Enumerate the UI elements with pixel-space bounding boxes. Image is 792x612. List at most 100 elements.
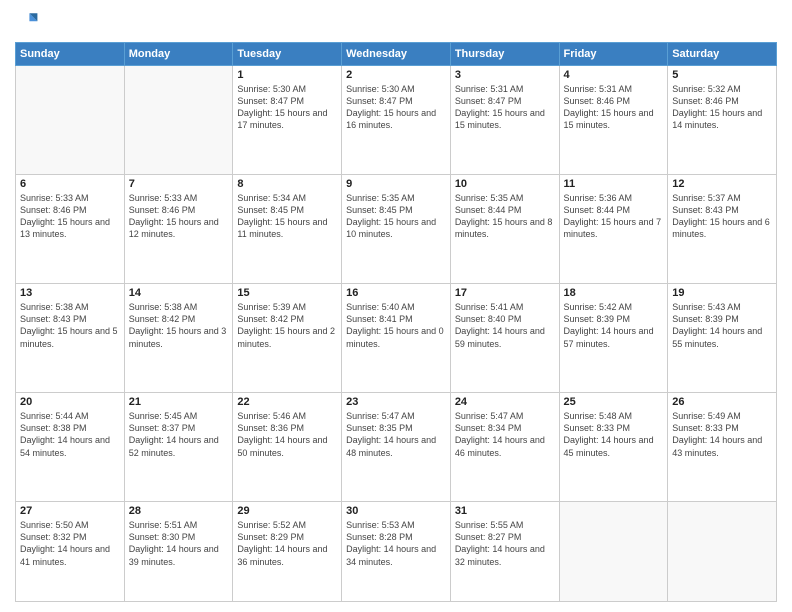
- calendar-cell: [559, 502, 668, 602]
- header: [15, 10, 777, 34]
- calendar-cell: [124, 66, 233, 175]
- day-number: 20: [20, 396, 120, 408]
- calendar-cell: 5 Sunrise: 5:32 AMSunset: 8:46 PMDaylight…: [668, 66, 777, 175]
- cell-info: Sunrise: 5:31 AMSunset: 8:46 PMDaylight:…: [564, 83, 664, 132]
- weekday-header-row: SundayMondayTuesdayWednesdayThursdayFrid…: [16, 43, 777, 66]
- calendar-cell: 21 Sunrise: 5:45 AMSunset: 8:37 PMDayligh…: [124, 393, 233, 502]
- calendar-cell: 18 Sunrise: 5:42 AMSunset: 8:39 PMDayligh…: [559, 284, 668, 393]
- cell-info: Sunrise: 5:53 AMSunset: 8:28 PMDaylight:…: [346, 519, 446, 568]
- weekday-header-tuesday: Tuesday: [233, 43, 342, 66]
- cell-info: Sunrise: 5:31 AMSunset: 8:47 PMDaylight:…: [455, 83, 555, 132]
- day-number: 23: [346, 396, 446, 408]
- day-number: 16: [346, 287, 446, 299]
- calendar-cell: 6 Sunrise: 5:33 AMSunset: 8:46 PMDaylight…: [16, 175, 125, 284]
- day-number: 21: [129, 396, 229, 408]
- day-number: 10: [455, 178, 555, 190]
- day-number: 18: [564, 287, 664, 299]
- calendar-cell: 11 Sunrise: 5:36 AMSunset: 8:44 PMDayligh…: [559, 175, 668, 284]
- cell-info: Sunrise: 5:35 AMSunset: 8:45 PMDaylight:…: [346, 192, 446, 241]
- calendar-cell: 22 Sunrise: 5:46 AMSunset: 8:36 PMDayligh…: [233, 393, 342, 502]
- cell-info: Sunrise: 5:41 AMSunset: 8:40 PMDaylight:…: [455, 301, 555, 350]
- day-number: 30: [346, 505, 446, 517]
- cell-info: Sunrise: 5:34 AMSunset: 8:45 PMDaylight:…: [237, 192, 337, 241]
- calendar-cell: 20 Sunrise: 5:44 AMSunset: 8:38 PMDayligh…: [16, 393, 125, 502]
- day-number: 25: [564, 396, 664, 408]
- day-number: 14: [129, 287, 229, 299]
- day-number: 2: [346, 69, 446, 81]
- cell-info: Sunrise: 5:47 AMSunset: 8:34 PMDaylight:…: [455, 410, 555, 459]
- cell-info: Sunrise: 5:30 AMSunset: 8:47 PMDaylight:…: [237, 83, 337, 132]
- day-number: 15: [237, 287, 337, 299]
- calendar-cell: 26Sunrise: 5:49 AMSunset: 8:33 PMDayligh…: [668, 393, 777, 502]
- day-number: 17: [455, 287, 555, 299]
- cell-info: Sunrise: 5:50 AMSunset: 8:32 PMDaylight:…: [20, 519, 120, 568]
- calendar-cell: 19 Sunrise: 5:43 AMSunset: 8:39 PMDayligh…: [668, 284, 777, 393]
- day-number: 8: [237, 178, 337, 190]
- day-number: 27: [20, 505, 120, 517]
- calendar-cell: 10 Sunrise: 5:35 AMSunset: 8:44 PMDayligh…: [450, 175, 559, 284]
- day-number: 19: [672, 287, 772, 299]
- calendar-cell: 25 Sunrise: 5:48 AMSunset: 8:33 PMDayligh…: [559, 393, 668, 502]
- calendar-cell: 27 Sunrise: 5:50 AMSunset: 8:32 PMDayligh…: [16, 502, 125, 602]
- calendar-cell: 13 Sunrise: 5:38 AMSunset: 8:43 PMDayligh…: [16, 284, 125, 393]
- calendar-cell: 17 Sunrise: 5:41 AMSunset: 8:40 PMDayligh…: [450, 284, 559, 393]
- cell-info: Sunrise: 5:44 AMSunset: 8:38 PMDaylight:…: [20, 410, 120, 459]
- cell-info: Sunrise: 5:46 AMSunset: 8:36 PMDaylight:…: [237, 410, 337, 459]
- calendar-week-4: 20 Sunrise: 5:44 AMSunset: 8:38 PMDayligh…: [16, 393, 777, 502]
- calendar-cell: 15 Sunrise: 5:39 AMSunset: 8:42 PMDayligh…: [233, 284, 342, 393]
- calendar-week-1: 1 Sunrise: 5:30 AMSunset: 8:47 PMDaylight…: [16, 66, 777, 175]
- cell-info: Sunrise: 5:48 AMSunset: 8:33 PMDaylight:…: [564, 410, 664, 459]
- cell-info: Sunrise: 5:38 AMSunset: 8:43 PMDaylight:…: [20, 301, 120, 350]
- calendar-cell: 31 Sunrise: 5:55 AMSunset: 8:27 PMDayligh…: [450, 502, 559, 602]
- cell-info: Sunrise: 5:35 AMSunset: 8:44 PMDaylight:…: [455, 192, 555, 241]
- day-number: 22: [237, 396, 337, 408]
- day-number: 13: [20, 287, 120, 299]
- calendar-cell: 24 Sunrise: 5:47 AMSunset: 8:34 PMDayligh…: [450, 393, 559, 502]
- cell-info: Sunrise: 5:52 AMSunset: 8:29 PMDaylight:…: [237, 519, 337, 568]
- cell-info: Sunrise: 5:51 AMSunset: 8:30 PMDaylight:…: [129, 519, 229, 568]
- calendar-week-2: 6 Sunrise: 5:33 AMSunset: 8:46 PMDaylight…: [16, 175, 777, 284]
- calendar-table: SundayMondayTuesdayWednesdayThursdayFrid…: [15, 42, 777, 602]
- calendar-cell: 23Sunrise: 5:47 AMSunset: 8:35 PMDayligh…: [342, 393, 451, 502]
- calendar-week-5: 27 Sunrise: 5:50 AMSunset: 8:32 PMDayligh…: [16, 502, 777, 602]
- cell-info: Sunrise: 5:36 AMSunset: 8:44 PMDaylight:…: [564, 192, 664, 241]
- calendar-cell: 28Sunrise: 5:51 AMSunset: 8:30 PMDayligh…: [124, 502, 233, 602]
- page: SundayMondayTuesdayWednesdayThursdayFrid…: [0, 0, 792, 612]
- cell-info: Sunrise: 5:33 AMSunset: 8:46 PMDaylight:…: [20, 192, 120, 241]
- day-number: 31: [455, 505, 555, 517]
- day-number: 11: [564, 178, 664, 190]
- cell-info: Sunrise: 5:38 AMSunset: 8:42 PMDaylight:…: [129, 301, 229, 350]
- calendar-cell: 9 Sunrise: 5:35 AMSunset: 8:45 PMDaylight…: [342, 175, 451, 284]
- cell-info: Sunrise: 5:40 AMSunset: 8:41 PMDaylight:…: [346, 301, 446, 350]
- cell-info: Sunrise: 5:55 AMSunset: 8:27 PMDaylight:…: [455, 519, 555, 568]
- cell-info: Sunrise: 5:45 AMSunset: 8:37 PMDaylight:…: [129, 410, 229, 459]
- calendar-cell: 30 Sunrise: 5:53 AMSunset: 8:28 PMDayligh…: [342, 502, 451, 602]
- weekday-header-friday: Friday: [559, 43, 668, 66]
- cell-info: Sunrise: 5:30 AMSunset: 8:47 PMDaylight:…: [346, 83, 446, 132]
- weekday-header-monday: Monday: [124, 43, 233, 66]
- weekday-header-wednesday: Wednesday: [342, 43, 451, 66]
- calendar-cell: 4Sunrise: 5:31 AMSunset: 8:46 PMDaylight…: [559, 66, 668, 175]
- calendar-cell: 29 Sunrise: 5:52 AMSunset: 8:29 PMDayligh…: [233, 502, 342, 602]
- calendar-cell: 3Sunrise: 5:31 AMSunset: 8:47 PMDaylight…: [450, 66, 559, 175]
- weekday-header-saturday: Saturday: [668, 43, 777, 66]
- day-number: 9: [346, 178, 446, 190]
- cell-info: Sunrise: 5:32 AMSunset: 8:46 PMDaylight:…: [672, 83, 772, 132]
- cell-info: Sunrise: 5:43 AMSunset: 8:39 PMDaylight:…: [672, 301, 772, 350]
- calendar-cell: 14 Sunrise: 5:38 AMSunset: 8:42 PMDayligh…: [124, 284, 233, 393]
- day-number: 29: [237, 505, 337, 517]
- calendar-cell: 16 Sunrise: 5:40 AMSunset: 8:41 PMDayligh…: [342, 284, 451, 393]
- day-number: 6: [20, 178, 120, 190]
- day-number: 24: [455, 396, 555, 408]
- day-number: 5: [672, 69, 772, 81]
- cell-info: Sunrise: 5:37 AMSunset: 8:43 PMDaylight:…: [672, 192, 772, 241]
- day-number: 7: [129, 178, 229, 190]
- calendar-cell: 2 Sunrise: 5:30 AMSunset: 8:47 PMDaylight…: [342, 66, 451, 175]
- day-number: 26: [672, 396, 772, 408]
- cell-info: Sunrise: 5:33 AMSunset: 8:46 PMDaylight:…: [129, 192, 229, 241]
- cell-info: Sunrise: 5:39 AMSunset: 8:42 PMDaylight:…: [237, 301, 337, 350]
- cell-info: Sunrise: 5:42 AMSunset: 8:39 PMDaylight:…: [564, 301, 664, 350]
- day-number: 1: [237, 69, 337, 81]
- calendar-cell: [16, 66, 125, 175]
- calendar-cell: 1 Sunrise: 5:30 AMSunset: 8:47 PMDaylight…: [233, 66, 342, 175]
